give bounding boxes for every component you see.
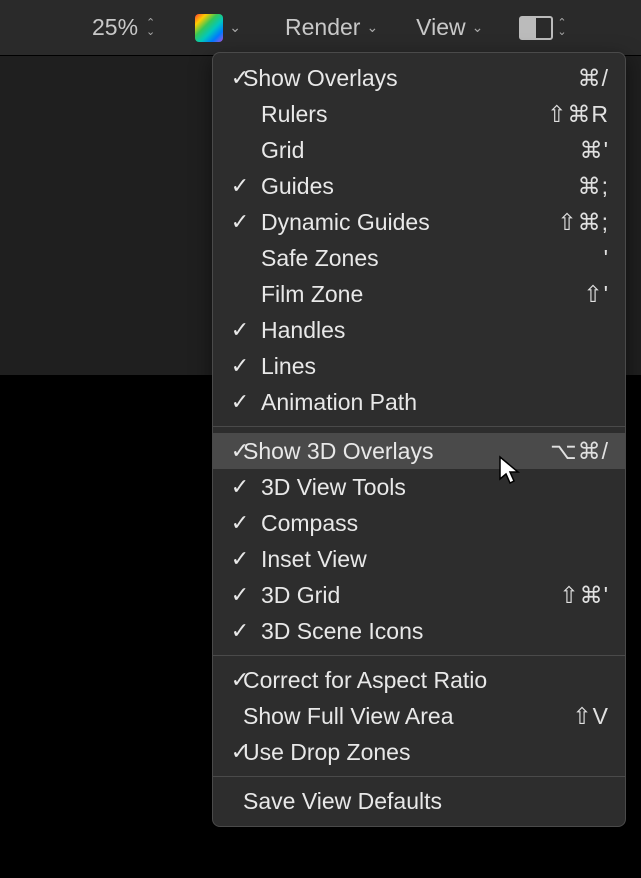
render-dropdown[interactable]: Render ⌄ (277, 10, 386, 45)
menu-item-3d-grid[interactable]: ✓3D Grid⇧⌘' (213, 577, 625, 613)
chevron-down-icon: ⌄ (472, 19, 484, 36)
menu-item-label: Inset View (255, 546, 529, 573)
menu-item-guides[interactable]: ✓Guides⌘; (213, 168, 625, 204)
menu-item-label: Dynamic Guides (255, 209, 529, 236)
menu-shortcut: ⇧⌘; (529, 209, 609, 236)
menu-item-label: Animation Path (255, 389, 529, 416)
menu-item-label: Safe Zones (255, 245, 529, 272)
checkmark-icon: ✓ (225, 317, 255, 343)
menu-shortcut: ⌥⌘/ (529, 438, 609, 465)
menu-item-use-drop-zones[interactable]: ✓Use Drop Zones (213, 734, 625, 770)
stepper-icon: ⌃⌄ (146, 19, 155, 37)
menu-shortcut: ' (529, 245, 609, 272)
menu-item-label: Guides (255, 173, 529, 200)
menu-item-save-view-defaults[interactable]: Save View Defaults (213, 783, 625, 819)
menu-item-label: Show 3D Overlays (237, 438, 529, 465)
checkmark-icon: ✓ (225, 510, 255, 536)
menu-item-lines[interactable]: ✓Lines (213, 348, 625, 384)
menu-item-handles[interactable]: ✓Handles (213, 312, 625, 348)
checkmark-icon: ✓ (225, 353, 255, 379)
view-dropdown[interactable]: View ⌄ (408, 10, 491, 45)
menu-item-3d-view-tools[interactable]: ✓3D View Tools (213, 469, 625, 505)
stepper-icon: ⌃⌄ (557, 19, 566, 37)
menu-item-label: Use Drop Zones (237, 739, 529, 766)
menu-item-label: Show Full View Area (237, 703, 529, 730)
chevron-down-icon: ⌄ (366, 19, 378, 36)
menu-item-label: Compass (255, 510, 529, 537)
layout-dropdown[interactable]: ⌃⌄ (519, 16, 566, 40)
menu-item-compass[interactable]: ✓Compass (213, 505, 625, 541)
view-menu: ✓Show Overlays⌘/Rulers⇧⌘RGrid⌘'✓Guides⌘;… (212, 52, 626, 827)
menu-item-inset-view[interactable]: ✓Inset View (213, 541, 625, 577)
menu-item-3d-scene-icons[interactable]: ✓3D Scene Icons (213, 613, 625, 649)
checkmark-icon: ✓ (225, 474, 255, 500)
menu-shortcut: ⇧⌘' (529, 582, 609, 609)
menu-item-label: Grid (255, 137, 529, 164)
menu-item-safe-zones[interactable]: Safe Zones' (213, 240, 625, 276)
zoom-value: 25% (92, 14, 138, 41)
menu-shortcut: ⇧⌘R (529, 101, 609, 128)
menu-shortcut: ⌘/ (529, 65, 609, 92)
checkmark-icon: ✓ (225, 389, 255, 415)
menu-item-label: 3D Grid (255, 582, 529, 609)
menu-separator (213, 655, 625, 656)
chevron-down-icon: ⌄ (229, 19, 241, 36)
menu-item-label: Rulers (255, 101, 529, 128)
menu-item-show-full-view-area[interactable]: Show Full View Area⇧V (213, 698, 625, 734)
menu-shortcut: ⌘' (529, 137, 609, 164)
menu-shortcut: ⇧V (529, 703, 609, 730)
menu-separator (213, 426, 625, 427)
menu-item-show-overlays[interactable]: ✓Show Overlays⌘/ (213, 60, 625, 96)
split-pane-icon (519, 16, 553, 40)
checkmark-icon: ✓ (225, 173, 255, 199)
menu-item-label: Film Zone (255, 281, 529, 308)
menu-item-dynamic-guides[interactable]: ✓Dynamic Guides⇧⌘; (213, 204, 625, 240)
color-swatch-icon (195, 14, 223, 42)
render-label: Render (285, 14, 360, 41)
view-label: View (416, 14, 465, 41)
menu-shortcut: ⌘; (529, 173, 609, 200)
checkmark-icon: ✓ (225, 209, 255, 235)
menu-item-label: Save View Defaults (237, 788, 529, 815)
menu-item-label: 3D Scene Icons (255, 618, 529, 645)
menu-item-rulers[interactable]: Rulers⇧⌘R (213, 96, 625, 132)
color-dropdown[interactable]: ⌄ (167, 10, 249, 46)
menu-separator (213, 776, 625, 777)
menu-item-label: Correct for Aspect Ratio (237, 667, 529, 694)
menu-item-label: Handles (255, 317, 529, 344)
menu-item-label: Show Overlays (237, 65, 529, 92)
menu-item-show-3d-overlays[interactable]: ✓Show 3D Overlays⌥⌘/ (213, 433, 625, 469)
checkmark-icon: ✓ (225, 546, 255, 572)
menu-item-label: 3D View Tools (255, 474, 529, 501)
zoom-control[interactable]: 25% ⌃⌄ (84, 10, 163, 45)
menu-item-film-zone[interactable]: Film Zone⇧' (213, 276, 625, 312)
menu-item-animation-path[interactable]: ✓Animation Path (213, 384, 625, 420)
toolbar: 25% ⌃⌄ ⌄ Render ⌄ View ⌄ ⌃⌄ (0, 0, 641, 56)
menu-item-correct-for-aspect-ratio[interactable]: ✓Correct for Aspect Ratio (213, 662, 625, 698)
checkmark-icon: ✓ (225, 618, 255, 644)
checkmark-icon: ✓ (225, 582, 255, 608)
menu-shortcut: ⇧' (529, 281, 609, 308)
menu-item-label: Lines (255, 353, 529, 380)
menu-item-grid[interactable]: Grid⌘' (213, 132, 625, 168)
